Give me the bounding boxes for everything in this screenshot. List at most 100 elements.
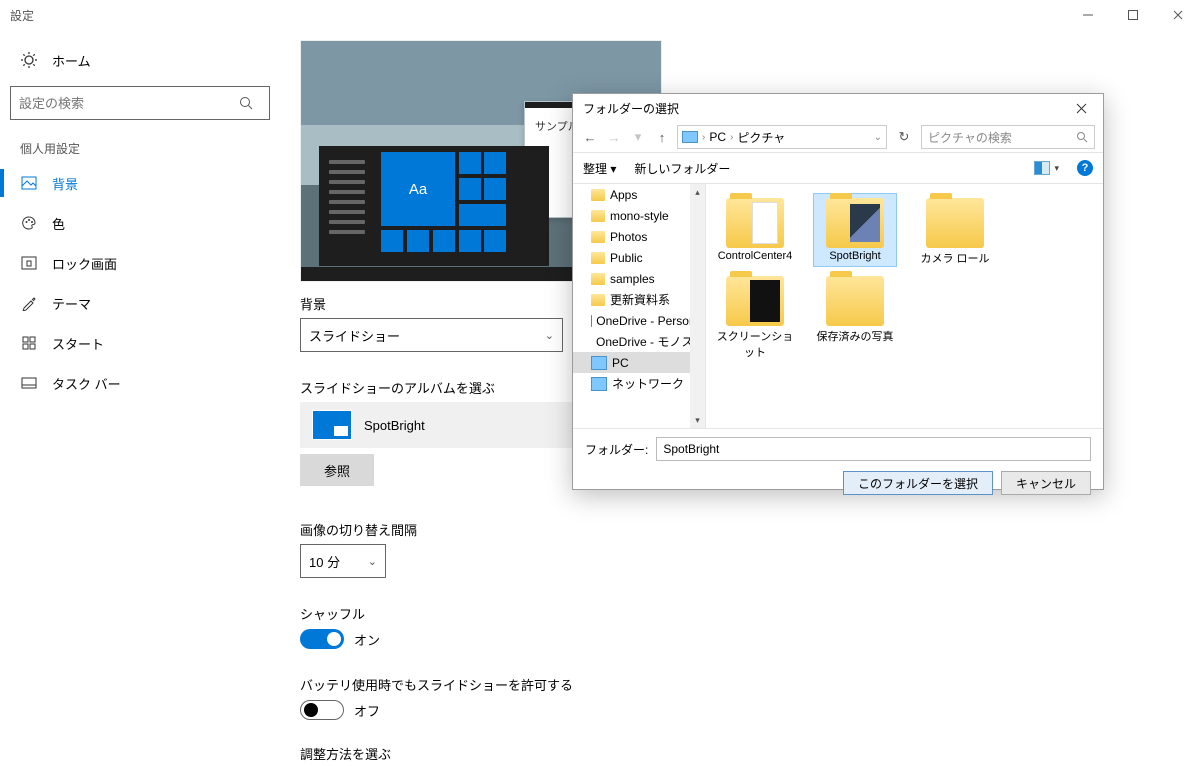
- preview-tile-aa: Aa: [381, 152, 455, 226]
- tree-item[interactable]: PC: [573, 352, 705, 373]
- folder-item[interactable]: カメラ ロール: [914, 194, 996, 266]
- browse-button[interactable]: 参照: [300, 454, 374, 486]
- nav-label: タスク バー: [52, 374, 121, 393]
- help-button[interactable]: ?: [1077, 160, 1093, 176]
- refresh-button[interactable]: ↻: [893, 129, 915, 145]
- folder-icon: [826, 198, 884, 248]
- crumb[interactable]: PC: [709, 130, 726, 144]
- folder-item-label: SpotBright: [829, 250, 880, 262]
- tree-item-label: Photos: [610, 230, 647, 244]
- dialog-search[interactable]: ピクチャの検索: [921, 125, 1095, 149]
- nav-label: テーマ: [52, 294, 91, 313]
- chevron-down-icon: ⌄: [368, 555, 377, 568]
- nav-back-button[interactable]: ←: [581, 130, 599, 145]
- tree-item-label: samples: [610, 272, 655, 286]
- taskbar-icon: [20, 377, 38, 389]
- shuffle-toggle[interactable]: オン: [300, 629, 1200, 649]
- tree-item[interactable]: samples: [573, 268, 705, 289]
- section-label: 個人用設定: [0, 134, 280, 163]
- tree-scrollbar[interactable]: ▴▾: [690, 184, 705, 428]
- close-button[interactable]: [1155, 0, 1200, 30]
- interval-select[interactable]: 10 分 ⌄: [300, 544, 386, 578]
- folder-tree[interactable]: Apps mono-style Photos Public samples 更新資料系 On…: [573, 184, 706, 428]
- nav-themes[interactable]: テーマ: [0, 283, 280, 323]
- cancel-button[interactable]: キャンセル: [1001, 471, 1091, 495]
- folder-view[interactable]: ControlCenter4 SpotBright カメラ ロールスクリーンショット…: [706, 184, 1103, 428]
- nav-colors[interactable]: 色: [0, 203, 280, 243]
- window-titlebar: 設定: [0, 0, 1200, 30]
- folder-item-label: 保存済みの写真: [817, 328, 894, 344]
- tree-item-label: OneDrive - モノスタ: [596, 333, 705, 350]
- background-select[interactable]: スライドショー ⌄: [300, 318, 563, 352]
- organize-menu[interactable]: 整理 ▾: [583, 160, 616, 177]
- nav-taskbar[interactable]: タスク バー: [0, 363, 280, 403]
- tree-item[interactable]: 更新資料系: [573, 289, 705, 310]
- folder-item[interactable]: ControlCenter4: [714, 194, 796, 266]
- tree-item-label: 更新資料系: [610, 291, 670, 308]
- home-label: ホーム: [52, 51, 91, 70]
- folder-icon: [591, 273, 605, 285]
- folder-item[interactable]: SpotBright: [814, 194, 896, 266]
- search-icon: [1076, 131, 1088, 143]
- window-title: 設定: [10, 7, 34, 24]
- home-button[interactable]: ホーム: [0, 40, 280, 80]
- folder-item[interactable]: 保存済みの写真: [814, 272, 896, 360]
- dialog-close-button[interactable]: [1061, 94, 1101, 122]
- pc-icon: [591, 356, 607, 370]
- folder-item[interactable]: スクリーンショット: [714, 272, 796, 360]
- nav-lockscreen[interactable]: ロック画面: [0, 243, 280, 283]
- nav-label: 背景: [52, 174, 78, 193]
- tree-item[interactable]: Photos: [573, 226, 705, 247]
- chevron-down-icon: ⌄: [545, 329, 554, 342]
- folder-item-label: カメラ ロール: [920, 250, 989, 266]
- dialog-footer: フォルダー: このフォルダーを選択 キャンセル: [573, 428, 1103, 503]
- tree-item-label: Apps: [610, 188, 637, 202]
- search-box[interactable]: [10, 86, 270, 120]
- tree-item[interactable]: Public: [573, 247, 705, 268]
- nav-recent-button[interactable]: ▾: [629, 129, 647, 145]
- address-bar[interactable]: › PC › ピクチャ ⌄: [677, 125, 887, 149]
- pc-icon: [682, 131, 698, 143]
- nav-start[interactable]: スタート: [0, 323, 280, 363]
- nav-up-button[interactable]: ↑: [653, 130, 671, 145]
- start-icon: [20, 336, 38, 350]
- new-folder-button[interactable]: 新しいフォルダー: [634, 160, 730, 177]
- nav-forward-button[interactable]: →: [605, 130, 623, 145]
- dialog-titlebar: フォルダーの選択: [573, 94, 1103, 122]
- maximize-button[interactable]: [1110, 0, 1155, 30]
- battery-label: バッテリ使用時でもスライドショーを許可する: [300, 675, 1200, 694]
- view-mode-button[interactable]: ▾: [1034, 161, 1059, 175]
- dialog-search-placeholder: ピクチャの検索: [928, 129, 1012, 146]
- background-value: スライドショー: [309, 326, 400, 345]
- tree-item-label: ネットワーク: [612, 375, 684, 392]
- album-name: SpotBright: [364, 418, 425, 433]
- tree-item[interactable]: ネットワーク: [573, 373, 705, 394]
- dialog-nav: ← → ▾ ↑ › PC › ピクチャ ⌄ ↻ ピクチャの検索: [573, 122, 1103, 152]
- dialog-toolbar: 整理 ▾ 新しいフォルダー ▾ ?: [573, 152, 1103, 184]
- search-input[interactable]: [11, 96, 239, 111]
- select-folder-button[interactable]: このフォルダーを選択: [843, 471, 993, 495]
- minimize-button[interactable]: [1065, 0, 1110, 30]
- folder-field[interactable]: [656, 437, 1091, 461]
- crumb[interactable]: ピクチャ: [737, 129, 785, 146]
- tree-item[interactable]: Apps: [573, 184, 705, 205]
- album-thumb-icon: [312, 410, 352, 440]
- folder-item-label: ControlCenter4: [718, 250, 793, 262]
- gear-icon: [20, 51, 38, 69]
- tree-item[interactable]: OneDrive - Personal: [573, 310, 705, 331]
- nav-background[interactable]: 背景: [0, 163, 280, 203]
- folder-item-label: スクリーンショット: [714, 328, 796, 360]
- interval-label: 画像の切り替え間隔: [300, 520, 1200, 539]
- folder-icon: [591, 252, 605, 264]
- chevron-down-icon[interactable]: ⌄: [874, 132, 882, 143]
- folder-icon: [591, 231, 605, 243]
- folder-icon: [726, 198, 784, 248]
- picture-icon: [20, 176, 38, 190]
- nav-label: スタート: [52, 334, 104, 353]
- tree-item[interactable]: mono-style: [573, 205, 705, 226]
- dialog-title: フォルダーの選択: [583, 100, 679, 117]
- tree-item[interactable]: OneDrive - モノスタ: [573, 331, 705, 352]
- tree-item-label: mono-style: [610, 209, 669, 223]
- tree-item-label: PC: [612, 356, 629, 370]
- battery-toggle[interactable]: オフ: [300, 700, 1200, 720]
